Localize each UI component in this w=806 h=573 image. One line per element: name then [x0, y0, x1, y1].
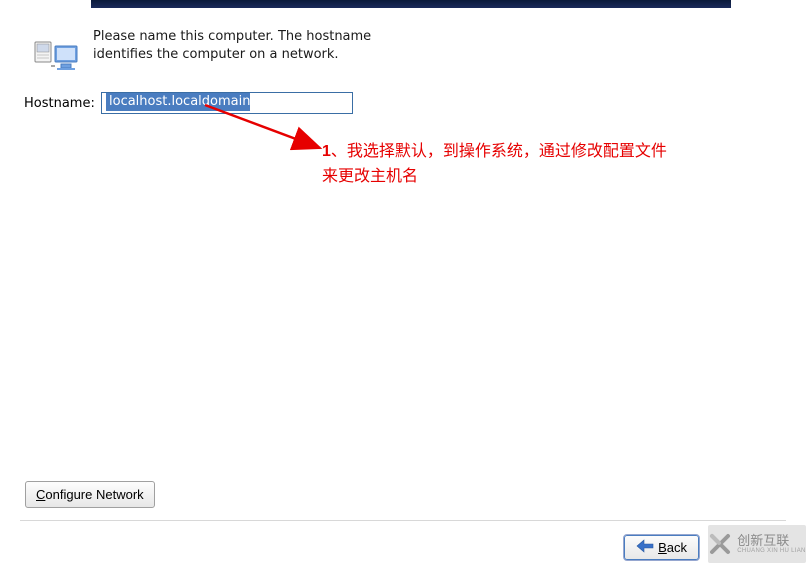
- intro-text: Please name this computer. The hostname …: [93, 28, 373, 80]
- configure-network-button[interactable]: Configure Network: [25, 481, 155, 508]
- configure-network-rest: onfigure Network: [45, 487, 143, 502]
- hostname-label: Hostname:: [24, 96, 95, 111]
- footer-separator: [20, 520, 786, 521]
- annotation-text: 1、我选择默认，到操作系统，通过修改配置文件来更改主机名: [322, 140, 682, 190]
- x-logo-icon: [708, 532, 732, 556]
- footer-buttons: Back: [623, 534, 700, 561]
- hostname-input[interactable]: [101, 92, 353, 114]
- watermark-cn: 创新互联: [737, 534, 805, 548]
- annotation-body: 我选择默认，到操作系统，通过修改配置文件来更改主机名: [322, 143, 667, 185]
- network-computers-icon: [33, 36, 81, 80]
- back-label: Back: [658, 540, 687, 555]
- annotation-sep: 、: [331, 143, 347, 160]
- back-button[interactable]: Back: [623, 534, 700, 561]
- annotation-number: 1: [322, 143, 331, 160]
- intro-row: Please name this computer. The hostname …: [33, 28, 373, 80]
- watermark: 创新互联 CHUANG XIN HU LIAN: [708, 525, 806, 563]
- watermark-en: CHUANG XIN HU LIAN: [737, 548, 805, 554]
- back-arrow-icon: [636, 539, 654, 556]
- watermark-text: 创新互联 CHUANG XIN HU LIAN: [737, 534, 805, 554]
- hostname-row: Hostname:: [24, 92, 353, 114]
- configure-network-mnemonic: C: [36, 487, 45, 502]
- header-banner: [91, 0, 731, 8]
